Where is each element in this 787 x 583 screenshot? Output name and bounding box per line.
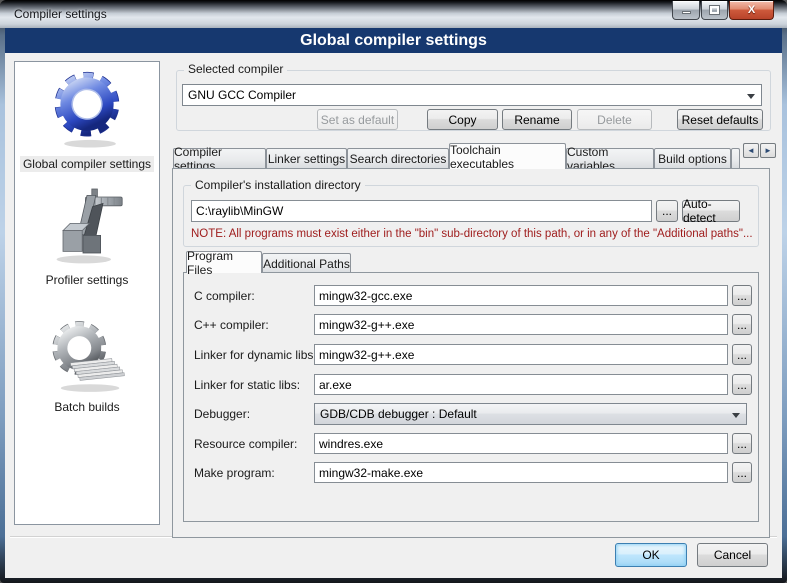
minimize-button[interactable] xyxy=(672,1,700,20)
subtab-program-files[interactable]: Program Files xyxy=(186,251,262,273)
static-linker-input[interactable] xyxy=(314,374,728,395)
compiler-select-combo[interactable]: GNU GCC Compiler xyxy=(182,84,762,106)
compiler-settings-dialog: Compiler settings X Global compiler sett… xyxy=(0,0,787,583)
tab-linker-settings[interactable]: Linker settings xyxy=(266,148,347,168)
tab-compiler-settings[interactable]: Compiler settings xyxy=(173,148,266,168)
close-button[interactable]: X xyxy=(729,1,774,20)
installation-browse-button[interactable]: ... xyxy=(656,200,678,222)
dynamic-linker-browse-button[interactable]: ... xyxy=(732,344,752,365)
settings-category-list: Global compiler settings Profiler s xyxy=(14,61,160,525)
cpp-compiler-browse-button[interactable]: ... xyxy=(732,314,752,335)
resource-compiler-label: Resource compiler: xyxy=(194,437,297,451)
bin-subdirectory-note: NOTE: All programs must exist either in … xyxy=(191,228,753,240)
tab-toolchain-executables[interactable]: Toolchain executables xyxy=(449,143,566,169)
dynamic-linker-input[interactable] xyxy=(314,344,728,365)
minimize-icon xyxy=(682,11,691,14)
selected-compiler-group-label: Selected compiler xyxy=(184,62,287,76)
reset-defaults-button[interactable]: Reset defaults xyxy=(677,109,763,130)
debugger-value: GDB/CDB debugger : Default xyxy=(320,407,477,421)
sidebar-item-label: Profiler settings xyxy=(43,272,132,288)
tab-partial[interactable] xyxy=(731,148,740,168)
compiler-select-value: GNU GCC Compiler xyxy=(188,88,296,102)
make-program-browse-button[interactable]: ... xyxy=(732,462,752,483)
rename-button[interactable]: Rename xyxy=(502,109,572,130)
program-files-panel xyxy=(183,272,759,522)
page-title: Global compiler settings xyxy=(5,28,782,53)
set-as-default-button[interactable]: Set as default xyxy=(317,109,398,130)
c-compiler-input[interactable] xyxy=(314,285,728,306)
cpp-compiler-input[interactable] xyxy=(314,314,728,335)
debugger-combo[interactable]: GDB/CDB debugger : Default xyxy=(314,403,747,425)
auto-detect-button[interactable]: Auto-detect xyxy=(682,200,740,222)
static-linker-label: Linker for static libs: xyxy=(194,378,300,392)
c-compiler-browse-button[interactable]: ... xyxy=(732,285,752,306)
sidebar-item-profiler-settings[interactable]: Profiler settings xyxy=(15,184,159,289)
close-icon: X xyxy=(748,4,755,16)
resource-compiler-input[interactable] xyxy=(314,433,728,454)
sidebar-item-global-compiler-settings[interactable]: Global compiler settings xyxy=(15,66,159,173)
tab-build-options[interactable]: Build options xyxy=(654,148,731,168)
titlebar[interactable]: Compiler settings X xyxy=(0,0,787,28)
tab-custom-variables[interactable]: Custom variables xyxy=(566,148,654,168)
tab-search-directories[interactable]: Search directories xyxy=(347,148,449,168)
make-program-input[interactable] xyxy=(314,462,728,483)
sidebar-item-label: Global compiler settings xyxy=(20,156,154,172)
copy-button[interactable]: Copy xyxy=(427,109,498,130)
dynamic-linker-label: Linker for dynamic libs: xyxy=(194,348,317,362)
debugger-label: Debugger: xyxy=(194,407,250,421)
maximize-icon xyxy=(710,6,719,14)
sidebar-item-batch-builds[interactable]: Batch builds xyxy=(15,317,159,416)
make-program-label: Make program: xyxy=(194,466,275,480)
tab-scroll-right-button[interactable]: ► xyxy=(760,143,776,158)
resource-compiler-browse-button[interactable]: ... xyxy=(732,433,752,454)
caliper-tool-icon xyxy=(47,184,127,266)
chevron-down-icon xyxy=(747,94,755,99)
installation-directory-input[interactable] xyxy=(191,200,652,222)
ok-button[interactable]: OK xyxy=(615,543,687,567)
gray-gear-stack-icon xyxy=(47,317,127,393)
subtab-additional-paths[interactable]: Additional Paths xyxy=(262,253,351,273)
delete-button[interactable]: Delete xyxy=(577,109,652,130)
chevron-down-icon xyxy=(732,413,740,418)
tab-scroll-left-button[interactable]: ◄ xyxy=(743,143,759,158)
cpp-compiler-label: C++ compiler: xyxy=(194,318,269,332)
cancel-button[interactable]: Cancel xyxy=(697,543,768,567)
sidebar-item-label: Batch builds xyxy=(51,399,122,415)
static-linker-browse-button[interactable]: ... xyxy=(732,374,752,395)
c-compiler-label: C compiler: xyxy=(194,289,255,303)
installation-directory-group-label: Compiler's installation directory xyxy=(191,178,365,192)
window-controls: X xyxy=(671,1,774,20)
maximize-button[interactable] xyxy=(701,1,728,20)
window-title: Compiler settings xyxy=(14,7,107,21)
blue-gear-icon xyxy=(49,66,125,150)
